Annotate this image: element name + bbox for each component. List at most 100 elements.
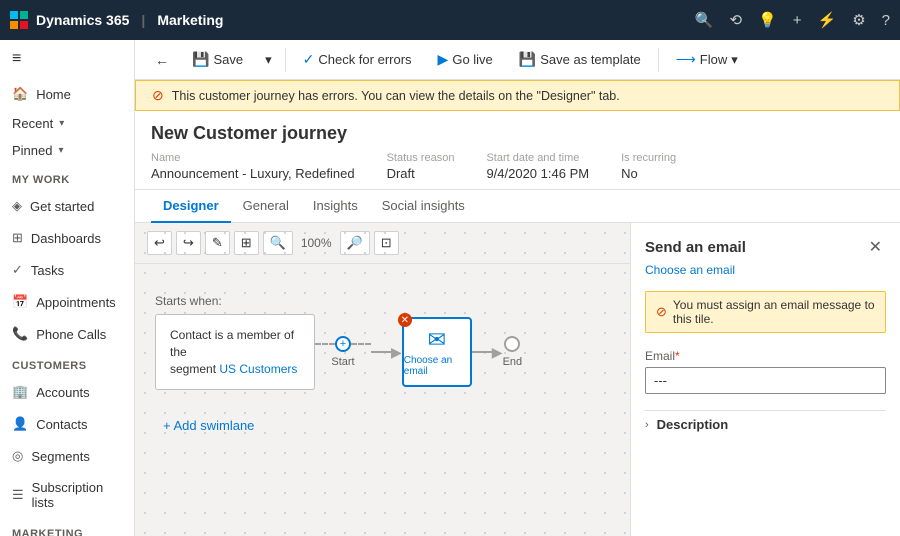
recent-chevron-icon: ▾ [59, 118, 64, 129]
back-button[interactable]: ← [147, 48, 177, 72]
sidebar-item-segments[interactable]: ◎ Segments [0, 440, 134, 472]
sidebar-recent-collapse[interactable]: Recent ▾ [0, 110, 134, 137]
refresh-icon[interactable]: ⟲ [729, 11, 742, 29]
tab-socialinsights[interactable]: Social insights [370, 190, 477, 223]
edit-button[interactable]: ✎ [205, 231, 230, 255]
required-asterisk: * [675, 349, 680, 363]
sidebar-item-appointments[interactable]: 📅 Appointments [0, 286, 134, 318]
right-panel-close-button[interactable]: ✕ [865, 235, 886, 259]
starts-when-label: Starts when: [155, 294, 610, 308]
sidebar-item-home[interactable]: 🏠 Home [0, 78, 134, 110]
arrow-right-icon: ▶ [391, 344, 402, 361]
sidebar-item-contacts[interactable]: 👤 Contacts [0, 408, 134, 440]
us-customers-link[interactable]: US Customers [219, 362, 297, 376]
start-label: Start [331, 356, 354, 368]
segments-icon: ◎ [12, 448, 23, 464]
sidebar-item-tasks[interactable]: ✓ Tasks [0, 254, 134, 286]
arrow-to-end: ▶ [472, 344, 503, 361]
sidebar-item-getstarted[interactable]: ◈ Get started [0, 190, 134, 222]
sidebar: ≡ 🏠 Home Recent ▾ Pinned ▾ My Work ◈ Get… [0, 40, 135, 536]
module-name: Marketing [157, 12, 223, 28]
meta-name: Name Announcement - Luxury, Redefined [151, 152, 355, 181]
email-tile-error-icon: ✕ [398, 313, 412, 327]
tab-designer[interactable]: Designer [151, 190, 231, 223]
tab-insights[interactable]: Insights [301, 190, 370, 223]
toolbar: ← 💾 Save ▾ ✓ Check for errors ▶ Go live … [135, 40, 900, 80]
page-title: New Customer journey [151, 123, 884, 144]
add-swimlane-button[interactable]: + Add swimlane [155, 414, 610, 437]
accounts-icon: 🏢 [12, 384, 28, 400]
go-live-icon: ▶ [438, 51, 449, 68]
save-dropdown-chevron-icon: ▾ [265, 52, 272, 68]
end-connector: End [503, 336, 523, 368]
dashed-line-2 [351, 343, 371, 345]
flow-icon: ⟶ [676, 51, 696, 68]
email-field-label: Email* [645, 349, 886, 363]
sidebar-home-label: Home [36, 87, 71, 102]
fit-button[interactable]: ⊡ [374, 231, 399, 255]
right-panel-subtitle[interactable]: Choose an email [631, 263, 900, 287]
flow-dropdown-chevron-icon: ▾ [731, 52, 738, 68]
tabs: Designer General Insights Social insight… [135, 190, 900, 223]
search-icon[interactable]: 🔍 [695, 11, 714, 29]
zoom-out-button[interactable]: 🔍 [263, 231, 293, 255]
error-banner: ⊘ This customer journey has errors. You … [135, 80, 900, 111]
zoom-level: 100% [297, 236, 336, 250]
email-tile[interactable]: ✕ ✉ Choose an email [402, 317, 472, 387]
error-banner-icon: ⊘ [152, 87, 164, 104]
email-tile-wrapper: ✕ ✉ Choose an email [402, 317, 472, 387]
description-label: Description [657, 417, 729, 432]
hamburger-menu[interactable]: ≡ [0, 40, 134, 78]
email-field-input[interactable] [645, 367, 886, 394]
save-dropdown-button[interactable]: ▾ [258, 47, 279, 73]
zoom-in-button[interactable]: 🔎 [340, 231, 370, 255]
settings-icon[interactable]: ⚙ [852, 11, 865, 29]
save-template-button[interactable]: 💾 Save as template [508, 46, 652, 73]
solid-line-2 [472, 351, 492, 353]
check-errors-icon: ✓ [303, 51, 315, 68]
grid-button[interactable]: ⊞ [234, 231, 259, 255]
canvas-content: Starts when: Contact is a member of the … [135, 264, 630, 467]
brand-name: Dynamics 365 [36, 12, 129, 28]
undo-button[interactable]: ↩ [147, 231, 172, 255]
right-panel: Send an email ✕ Choose an email ⊘ You mu… [630, 223, 900, 536]
sidebar-item-accounts[interactable]: 🏢 Accounts [0, 376, 134, 408]
sidebar-item-phonecalls[interactable]: 📞 Phone Calls [0, 318, 134, 350]
end-node-circle [504, 336, 520, 352]
save-template-icon: 💾 [519, 51, 536, 68]
arrow-to-email: ▶ [371, 344, 402, 361]
pinned-label: Pinned [12, 143, 52, 158]
tasks-icon: ✓ [12, 262, 23, 278]
save-button[interactable]: 💾 Save [181, 46, 254, 73]
page-meta: Name Announcement - Luxury, Redefined St… [151, 152, 884, 181]
subscriptionlists-icon: ☰ [12, 487, 24, 503]
top-navigation: Dynamics 365 | Marketing 🔍 ⟲ 💡 + ⚡ ⚙ ? [0, 0, 900, 40]
check-errors-button[interactable]: ✓ Check for errors [292, 46, 423, 73]
sidebar-item-subscriptionlists[interactable]: ☰ Subscription lists [0, 472, 134, 518]
description-section[interactable]: › Description [645, 410, 886, 438]
right-panel-error-text: You must assign an email message to this… [673, 298, 875, 326]
right-panel-error-banner: ⊘ You must assign an email message to th… [645, 291, 886, 333]
email-tile-label: Choose an email [404, 355, 470, 377]
dashed-line-1 [315, 343, 335, 345]
flow-label: Flow [700, 52, 727, 67]
solid-line-1 [371, 351, 391, 353]
start-connector: + Start [315, 336, 371, 368]
nav-icons: 🔍 ⟲ 💡 + ⚡ ⚙ ? [695, 11, 890, 29]
lightbulb-icon[interactable]: 💡 [758, 11, 777, 29]
redo-button[interactable]: ↪ [176, 231, 201, 255]
tab-general[interactable]: General [231, 190, 301, 223]
save-template-label: Save as template [540, 52, 640, 67]
filter-icon[interactable]: ⚡ [818, 11, 837, 29]
flow-button[interactable]: ⟶ Flow ▾ [665, 46, 749, 73]
right-panel-header: Send an email ✕ [631, 223, 900, 263]
right-panel-title: Send an email [645, 239, 746, 256]
add-icon[interactable]: + [793, 12, 802, 29]
sidebar-item-dashboards[interactable]: ⊞ Dashboards [0, 222, 134, 254]
help-icon[interactable]: ? [882, 12, 890, 29]
main-layout: ≡ 🏠 Home Recent ▾ Pinned ▾ My Work ◈ Get… [0, 40, 900, 536]
brand-icon: Dynamics 365 | Marketing [10, 11, 223, 29]
sidebar-pinned-collapse[interactable]: Pinned ▾ [0, 137, 134, 164]
go-live-button[interactable]: ▶ Go live [427, 46, 504, 73]
customers-section-header: Customers [0, 350, 134, 376]
